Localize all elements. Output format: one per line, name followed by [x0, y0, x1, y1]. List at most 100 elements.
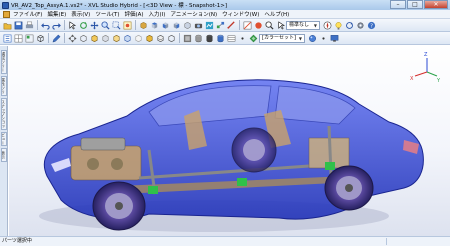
close-button[interactable]: ✕: [424, 0, 448, 9]
menu-window[interactable]: ウィンドウ(W): [222, 10, 259, 18]
explode-icon[interactable]: [215, 20, 225, 30]
bullet-dropdown-icon[interactable]: [237, 33, 247, 43]
cylinder-blue-icon[interactable]: [215, 33, 225, 43]
main-toolbar: 標準なし ▼ ?: [0, 19, 450, 32]
cylinder-icon[interactable]: [193, 33, 203, 43]
help-icon[interactable]: ?: [366, 20, 376, 30]
snapshot-icon[interactable]: [204, 20, 214, 30]
rear-window: [274, 85, 356, 125]
section-icon[interactable]: [242, 20, 252, 30]
open-folder-icon[interactable]: [2, 20, 12, 30]
window-controls: – □ ✕: [389, 0, 448, 9]
minimize-button[interactable]: –: [390, 0, 406, 9]
box-icon[interactable]: [78, 33, 88, 43]
view-front-icon[interactable]: [138, 20, 148, 30]
tree-view-icon[interactable]: [2, 33, 12, 43]
view-combo[interactable]: 標準なし ▼: [286, 20, 320, 30]
title-bar: VR_AV2_Top_AssyA.1.vs2* - XVL Studio Hyb…: [0, 0, 450, 10]
zoom-window-icon[interactable]: [111, 20, 121, 30]
status-text: パーツ選択中: [2, 238, 32, 244]
axis-x-label: X: [410, 76, 414, 82]
box-wire-icon[interactable]: [166, 33, 176, 43]
window-title: VR_AV2_Top_AssyA.1.vs2* - XVL Studio Hyb…: [11, 3, 228, 9]
box-show-icon[interactable]: [111, 33, 121, 43]
zoom-icon[interactable]: [100, 20, 110, 30]
settings-icon[interactable]: [355, 20, 365, 30]
transparency-icon[interactable]: [182, 33, 192, 43]
refresh-icon[interactable]: [344, 20, 354, 30]
view-side-icon[interactable]: [160, 20, 170, 30]
maximize-button[interactable]: □: [407, 0, 423, 9]
menu-view[interactable]: 表示(V): [71, 10, 90, 18]
view-top-icon[interactable]: [149, 20, 159, 30]
measure-icon[interactable]: [226, 20, 236, 30]
rotate-icon[interactable]: [78, 20, 88, 30]
tab-view[interactable]: ビュー: [1, 132, 7, 146]
light-icon[interactable]: [333, 20, 343, 30]
compass-icon[interactable]: [322, 20, 332, 30]
3d-viewport[interactable]: Z X Y: [9, 46, 450, 236]
toolbar-separator: [37, 20, 38, 30]
select-arrow-icon[interactable]: [67, 20, 77, 30]
box-hide-icon[interactable]: [100, 33, 110, 43]
redo-icon[interactable]: [51, 20, 61, 30]
tab-display[interactable]: 表示: [1, 148, 7, 162]
properties-icon[interactable]: [24, 33, 34, 43]
status-panel: [386, 238, 446, 245]
menu-file[interactable]: ファイル(F): [13, 10, 42, 18]
move-part-icon[interactable]: [67, 33, 77, 43]
svg-text:?: ?: [370, 23, 373, 29]
rear-wheel-far[interactable]: [231, 127, 277, 173]
box-stack-icon[interactable]: [155, 33, 165, 43]
box-highlight-icon[interactable]: [89, 33, 99, 43]
axis-x-line: [414, 71, 428, 77]
pen-icon[interactable]: [51, 33, 61, 43]
view-back-icon[interactable]: [182, 20, 192, 30]
sphere-icon[interactable]: [307, 33, 317, 43]
color-palette-icon[interactable]: [248, 33, 258, 43]
axis-gizmo: Z X Y: [410, 52, 441, 84]
layer-icon[interactable]: [226, 33, 236, 43]
color-set-combo[interactable]: [カラーセット] ▼: [259, 33, 305, 43]
monitor-icon[interactable]: [329, 33, 339, 43]
box-color-icon[interactable]: [144, 33, 154, 43]
status-bar: パーツ選択中: [0, 236, 450, 246]
chevron-down-icon: ▼: [298, 35, 302, 41]
print-icon[interactable]: [24, 20, 34, 30]
search-zoom-icon[interactable]: [264, 20, 274, 30]
tab-attribute-tree[interactable]: 属性ツリー: [1, 76, 7, 96]
cylinder-dark-icon[interactable]: [204, 33, 214, 43]
menu-tools[interactable]: ツール(T): [95, 10, 119, 18]
chevron-down-icon: ▼: [313, 22, 317, 28]
toolbar-separator: [135, 20, 136, 30]
record-icon[interactable]: [253, 20, 263, 30]
menu-input[interactable]: 入力(I): [149, 10, 166, 18]
camera-icon[interactable]: [193, 20, 203, 30]
box-ghost-icon[interactable]: [133, 33, 143, 43]
pointer-icon[interactable]: [275, 20, 285, 30]
menu-evaluate[interactable]: 評価(A): [124, 10, 143, 18]
axis-y-line: [426, 71, 438, 77]
tab-snapshot[interactable]: スナップショット: [1, 98, 7, 130]
rear-wheel-near[interactable]: [324, 165, 374, 211]
menu-bar: ファイル(F) 編集(E) 表示(V) ツール(T) 評価(A) 入力(I) ア…: [0, 10, 450, 19]
save-icon[interactable]: [13, 20, 23, 30]
front-wheel[interactable]: [92, 181, 146, 231]
tab-structure-tree[interactable]: 構成ツリー: [1, 50, 7, 74]
wireframe-icon[interactable]: [35, 33, 45, 43]
menu-help[interactable]: ヘルプ(H): [264, 10, 289, 18]
fit-view-icon[interactable]: [122, 20, 132, 30]
menu-animation[interactable]: アニメーション(N): [170, 10, 217, 18]
undo-icon[interactable]: [40, 20, 50, 30]
box-select-icon[interactable]: [122, 33, 132, 43]
view-iso-icon[interactable]: [171, 20, 181, 30]
menu-edit[interactable]: 編集(E): [47, 10, 66, 18]
grid-icon[interactable]: [13, 33, 23, 43]
car-model-render[interactable]: Z X Y: [9, 46, 450, 236]
document-icon[interactable]: [3, 10, 10, 18]
pan-icon[interactable]: [89, 20, 99, 30]
display-toolbar: [カラーセット] ▼: [0, 32, 450, 45]
view-combo-value: 標準なし: [289, 21, 310, 28]
app-icon: [2, 1, 9, 9]
bullet-dropdown-icon[interactable]: [318, 33, 328, 43]
